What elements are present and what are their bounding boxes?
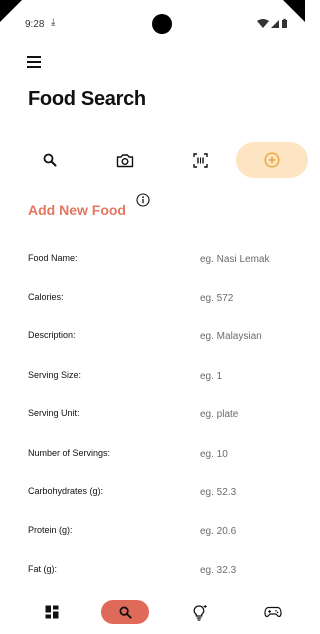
field-label: Serving Size: — [28, 370, 82, 380]
camera-cutout — [152, 14, 172, 34]
gamepad-icon — [264, 606, 282, 618]
field-carbohydrates: Carbohydrates (g): — [28, 481, 288, 505]
field-protein: Protein (g): — [28, 520, 288, 544]
add-new-food-title: Add New Food — [28, 202, 126, 218]
carbohydrates-input[interactable] — [198, 481, 288, 503]
info-icon[interactable] — [136, 193, 150, 207]
field-serving-size: Serving Size: — [28, 365, 288, 389]
food-name-input[interactable] — [198, 248, 288, 270]
search-icon — [43, 153, 57, 167]
search-icon — [119, 606, 132, 619]
serving-unit-input[interactable] — [198, 403, 288, 425]
field-label: Serving Unit: — [28, 408, 80, 418]
tab-search[interactable] — [30, 142, 70, 178]
barcode-scan-icon — [192, 152, 208, 168]
field-label: Fat (g): — [28, 564, 58, 574]
field-calories: Calories: — [28, 287, 288, 311]
serving-size-input[interactable] — [198, 365, 288, 387]
field-label: Carbohydrates (g): — [28, 486, 104, 496]
nav-search[interactable] — [101, 600, 149, 624]
signal-icon — [271, 20, 279, 28]
download-icon: ⤓ — [51, 17, 56, 28]
tab-camera[interactable] — [105, 142, 145, 178]
field-serving-unit: Serving Unit: — [28, 403, 288, 427]
field-label: Description: — [28, 330, 76, 340]
field-description: Description: — [28, 325, 288, 349]
field-label: Number of Servings: — [28, 448, 111, 458]
field-label: Calories: — [28, 292, 64, 302]
protein-input[interactable] — [198, 520, 288, 542]
camera-icon — [116, 153, 134, 167]
wifi-icon — [257, 19, 269, 28]
page-title: Food Search — [28, 88, 146, 110]
nav-ideas[interactable] — [188, 600, 212, 624]
description-input[interactable] — [198, 325, 288, 347]
field-label: Protein (g): — [28, 525, 73, 535]
field-fat: Fat (g): — [28, 559, 288, 583]
field-number-of-servings: Number of Servings: — [28, 443, 288, 467]
tab-add[interactable] — [236, 142, 308, 178]
status-icons — [257, 18, 287, 28]
bottom-nav — [0, 596, 305, 634]
add-circle-icon — [264, 152, 280, 168]
lightbulb-icon — [193, 604, 207, 621]
nav-games[interactable] — [261, 600, 285, 624]
calories-input[interactable] — [198, 287, 288, 309]
fat-input[interactable] — [198, 559, 288, 581]
field-label: Food Name: — [28, 253, 78, 263]
battery-icon — [282, 18, 287, 28]
number-of-servings-input[interactable] — [198, 443, 288, 465]
status-time: 9:28 — [25, 19, 45, 30]
nav-dashboard[interactable] — [40, 600, 64, 624]
hamburger-menu-icon[interactable] — [27, 56, 43, 70]
status-bar: 9:28 ⤓ — [0, 0, 305, 40]
tab-barcode[interactable] — [180, 142, 220, 178]
field-food-name: Food Name: — [28, 248, 288, 272]
dashboard-icon — [45, 605, 59, 619]
